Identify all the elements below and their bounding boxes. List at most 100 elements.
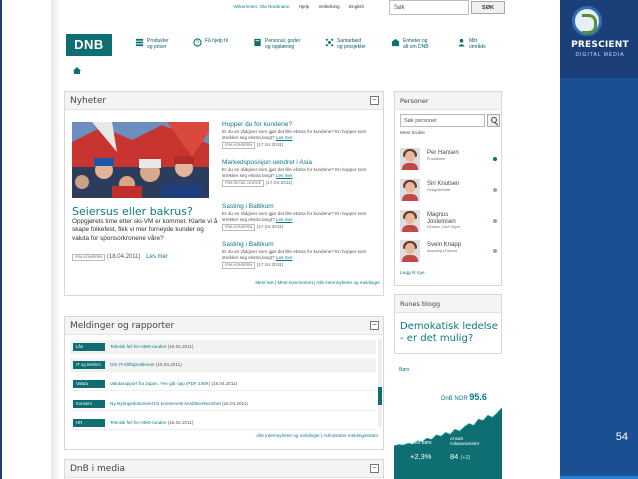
feature-tag: FRA KONSERN	[72, 254, 106, 261]
news-panel-header: Nyheter −	[65, 92, 383, 110]
collapse-icon[interactable]: −	[370, 96, 379, 105]
message-row[interactable]: HR Teknisk feil for HMS-runden (16.04.20…	[70, 416, 376, 430]
category-badge: Valuta	[73, 380, 105, 388]
nav-units-label-2: alt om DNB	[403, 44, 429, 50]
person-role: Produkteier	[427, 157, 446, 161]
blog-panel: Runes blogg Demokatisk ledelse - er det …	[394, 294, 502, 354]
message-title: Teknisk feil for HMS-runden	[110, 420, 167, 425]
people-panel-title: Personer	[400, 97, 429, 105]
read-more-link[interactable]: Les mer	[276, 173, 293, 178]
media-panel-title: DnB i media	[70, 464, 126, 474]
collapse-icon[interactable]: −	[370, 321, 379, 330]
feature-text: Oppgjørets time etter ski-VM er kommet. …	[72, 218, 218, 242]
news-headline[interactable]: Hopper du for kundene?	[222, 121, 382, 128]
status-dot-icon	[493, 219, 497, 223]
read-more-link[interactable]: Les mer	[276, 217, 293, 222]
help-link[interactable]: Hjelp	[299, 4, 309, 9]
nav-help-label-1: Få hjelp til	[205, 38, 228, 44]
messages-footer-links[interactable]: Alle internnyheter og meldinger | Admini…	[256, 433, 378, 438]
news-headline[interactable]: Sasting i Baltikum	[222, 241, 382, 248]
add-person-link[interactable]: Legg til nye	[400, 271, 425, 276]
status-dot-icon	[493, 157, 497, 161]
news-body: Er du en rådgiver som gjør det lille eks…	[222, 249, 367, 260]
message-row[interactable]: Valuta Valutarapport fra Japan. Yen går …	[70, 377, 376, 391]
news-item: Markedsposisjon uendret i Asia Er du en …	[222, 159, 382, 188]
people-search-input[interactable]: Søk personer	[400, 114, 485, 127]
messages-panel-header: Meldinger og rapporter −	[65, 317, 383, 335]
feature-photo[interactable]	[72, 122, 209, 198]
slide-number: 54	[615, 431, 628, 443]
scrollbar-thumb[interactable]	[378, 387, 382, 405]
news-tag: FRA RETAIL NORGE	[222, 180, 265, 188]
person-item[interactable]: Per Hansen Produkteier	[400, 148, 500, 172]
english-link[interactable]: English	[349, 4, 364, 9]
person-icon	[458, 38, 465, 47]
employee-delta: (+2)	[460, 455, 471, 461]
top-bar: Velkommen, Ola Nordmann Hjelp Veiledning…	[51, 0, 560, 20]
category-badge: HR	[73, 419, 105, 427]
blog-post-title[interactable]: Demokatisk ledelse - er det mulig?	[400, 321, 501, 345]
message-row[interactable]: Konsern Ny styringsdokument for konserne…	[70, 397, 376, 411]
person-role: Direktør, Cash Mgmt	[427, 225, 460, 229]
news-body: Er du en rådgiver som gjør det lille eks…	[222, 167, 367, 178]
most-used-label: Mest brukte	[400, 131, 426, 136]
prescient-logo-text: PRESCIENT	[571, 40, 629, 50]
nav-personnel-label-2: og opplæring	[265, 44, 295, 50]
avatar	[400, 240, 420, 262]
slide-left-margin	[0, 0, 51, 479]
read-more-link[interactable]: Les mer	[276, 135, 293, 140]
message-date: (16.04.2011)	[222, 401, 248, 406]
news-panel: Nyheter − Seiersus eller bakrus? Oppgjør…	[64, 91, 384, 296]
messages-scrollbar[interactable]	[378, 339, 382, 427]
user-greeting[interactable]: Velkommen, Ola Nordmann	[233, 4, 289, 9]
news-headline[interactable]: Markedsposisjon uendret i Asia	[222, 159, 382, 166]
message-row[interactable]: Lån Teknisk feil for HMS-runden (16.04.2…	[70, 340, 376, 354]
guide-link[interactable]: Veiledning	[318, 4, 339, 9]
blog-panel-header: Runes blogg	[395, 295, 501, 313]
top-links: Velkommen, Ola Nordmann Hjelp Veiledning…	[233, 4, 372, 9]
messages-panel: Meldinger og rapporter − Lån Teknisk fei…	[64, 316, 384, 450]
search-icon[interactable]	[487, 114, 500, 127]
media-panel-header: DnB i media −	[65, 460, 383, 478]
stock-value: 95.6	[469, 392, 487, 402]
message-title: Teknisk feil for HMS-runden	[110, 344, 167, 349]
person-item[interactable]: Siri Knutsen Designdirektør	[400, 179, 500, 203]
blog-panel-title: Runes blogg	[400, 300, 441, 308]
news-headline[interactable]: Sasting i Baltikum	[222, 203, 382, 210]
search-button[interactable]: SØK	[471, 1, 505, 14]
feature-headline[interactable]: Seiersus eller bakrus?	[72, 205, 193, 218]
feature-read-more-link[interactable]: Les mer	[146, 254, 168, 260]
message-date: (16.04.2011)	[167, 420, 194, 425]
message-date: (16.04.2011)	[167, 344, 194, 349]
help-circle-icon: ?	[193, 38, 202, 47]
employee-value-number: 84	[450, 452, 459, 461]
search-input[interactable]: Søk	[389, 0, 469, 15]
read-more-link[interactable]: Les mer	[276, 255, 293, 260]
collapse-icon[interactable]: −	[370, 464, 379, 473]
feature-meta: FRA KONSERN (18.04.2011) Les mer	[72, 254, 168, 261]
news-tag: FRA KONSERN	[222, 142, 256, 150]
news-date: (17.04.2011)	[265, 181, 293, 187]
news-date: (17.04.2011)	[256, 143, 284, 149]
message-date: (16.04.2011)	[155, 362, 182, 367]
news-item: Sasting i Baltikum Er du en rådgiver som…	[222, 241, 382, 270]
category-badge: IT og telefoni	[73, 361, 105, 369]
avatar	[400, 179, 420, 201]
news-item: Sasting i Baltikum Er du en rådgiver som…	[222, 203, 382, 232]
media-panel: DnB i media −	[64, 459, 384, 479]
nav-products-label-2: og priser	[147, 44, 167, 50]
news-panel-title: Nyheter	[70, 96, 107, 106]
page-shadow	[51, 0, 61, 479]
people-panel: Personer Søk personer Mest brukte Per Ha…	[394, 91, 502, 286]
person-item[interactable]: Svein Knapp Ansvarlig eFaktura	[400, 240, 500, 264]
person-item[interactable]: Magnus Jostelnsen Direktør, Cash Mgmt	[400, 210, 500, 234]
dnb-logo[interactable]: DNB	[66, 34, 112, 56]
left-stripe	[0, 0, 2, 479]
message-row[interactable]: IT og telefoni Om IT-driftsproblemer (16…	[70, 358, 376, 372]
person-role: Designdirektør	[427, 188, 451, 192]
home-icon[interactable]	[73, 67, 81, 74]
feature-date: (18.04.2011)	[106, 254, 141, 260]
prescient-logo-area: PRESCIENT DIGITAL MEDIA	[560, 0, 638, 78]
news-footer-links[interactable]: Mest lest | Mest kommentert | Alle inter…	[255, 280, 380, 285]
stock-label: Børs	[399, 367, 410, 373]
